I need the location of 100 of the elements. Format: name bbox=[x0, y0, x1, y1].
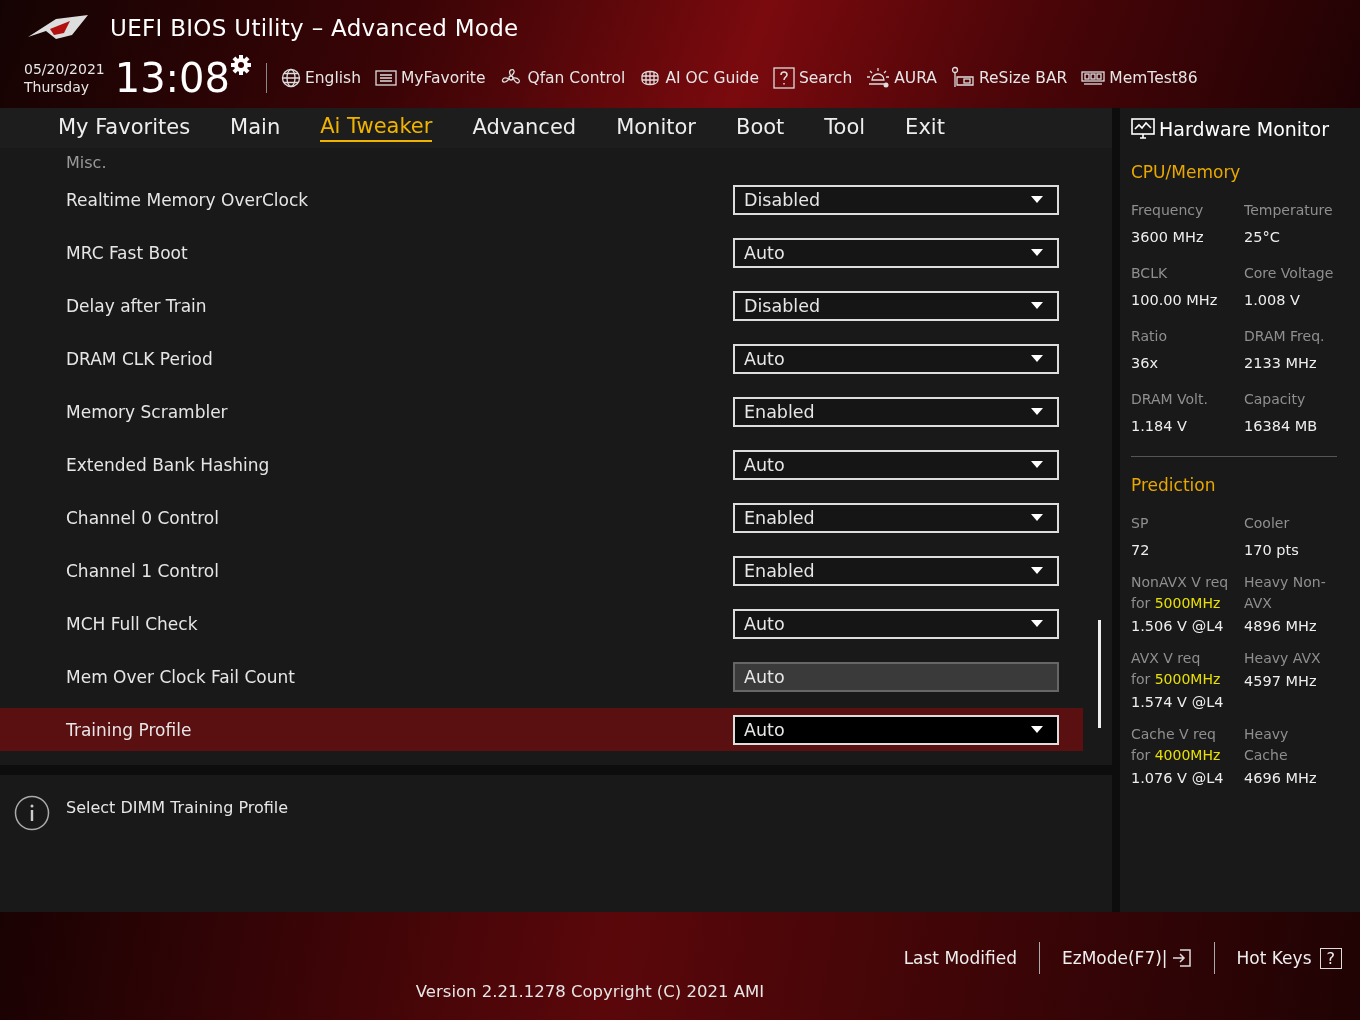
toolbar-button[interactable]: Qfan Control bbox=[499, 67, 626, 89]
setting-row[interactable]: DRAM CLK Period Auto bbox=[0, 337, 1083, 380]
metric-value: 4896 MHz bbox=[1244, 618, 1318, 634]
metric-value: 36x bbox=[1131, 355, 1160, 371]
metric-value: 4696 MHz bbox=[1244, 770, 1318, 786]
metric-value: 72 bbox=[1131, 542, 1151, 558]
toolbar-button[interactable]: ReSize BAR bbox=[950, 66, 1068, 90]
setting-row[interactable]: Mem Over Clock Fail Count Auto bbox=[0, 655, 1083, 698]
help-description: Select DIMM Training Profile bbox=[66, 798, 289, 817]
metric-value: 1.574 V @L4 bbox=[1131, 694, 1225, 710]
metric-value: 3600 MHz bbox=[1131, 229, 1205, 245]
metric-value: 25°C bbox=[1244, 229, 1281, 245]
hot-keys-button[interactable]: Hot Keys ? bbox=[1236, 947, 1342, 969]
dropdown[interactable]: Auto bbox=[733, 714, 1059, 745]
toolbar-button[interactable]: Search bbox=[772, 67, 853, 89]
metric-value: 1.076 V @L4 bbox=[1131, 770, 1225, 786]
last-modified-button[interactable]: Last Modified bbox=[903, 948, 1017, 968]
metric-label: DRAM Freq. bbox=[1244, 327, 1326, 346]
dropdown[interactable]: Enabled bbox=[733, 555, 1059, 586]
caret-icon bbox=[1031, 567, 1043, 574]
date-text: 05/20/2021 bbox=[24, 60, 105, 78]
window-title: UEFI BIOS Utility – Advanced Mode bbox=[110, 15, 519, 41]
metric-value: 170 pts bbox=[1244, 542, 1300, 558]
caret-icon bbox=[1031, 408, 1043, 415]
toolbar-button[interactable]: MyFavorite bbox=[374, 69, 486, 87]
caret-icon bbox=[1031, 726, 1043, 733]
tab[interactable]: Boot bbox=[735, 115, 785, 141]
clock-time: 13:08 bbox=[114, 56, 230, 100]
metric-label: BCLK bbox=[1131, 264, 1169, 283]
toolbar-button[interactable]: English bbox=[281, 68, 361, 88]
dropdown[interactable]: Auto bbox=[733, 608, 1059, 639]
tab[interactable]: Ai Tweaker bbox=[320, 114, 433, 142]
metric-label: DRAM Volt. bbox=[1131, 390, 1209, 409]
setting-row[interactable]: Delay after Train Disabled bbox=[0, 284, 1083, 327]
setting-row[interactable]: Memory Scrambler Enabled bbox=[0, 390, 1083, 433]
list-icon bbox=[374, 69, 397, 87]
metric-label: Core Voltage bbox=[1244, 264, 1335, 283]
metric-value: 1.008 V bbox=[1244, 292, 1302, 308]
chip-icon bbox=[639, 68, 662, 88]
metric-value: 100.00 MHz bbox=[1131, 292, 1219, 308]
dropdown[interactable]: Enabled bbox=[733, 502, 1059, 533]
metric-value: 2133 MHz bbox=[1244, 355, 1318, 371]
expansion-card-icon bbox=[950, 66, 975, 90]
setting-row[interactable]: Channel 0 Control Enabled bbox=[0, 496, 1083, 539]
metric-label: Cooler bbox=[1244, 514, 1291, 533]
caret-icon bbox=[1031, 196, 1043, 203]
metric-label: Heavy Cache bbox=[1244, 725, 1290, 765]
caret-icon bbox=[1031, 302, 1043, 309]
metric-value: 16384 MB bbox=[1244, 418, 1319, 434]
dropdown[interactable]: Auto bbox=[733, 343, 1059, 374]
section-heading: CPU/Memory bbox=[1131, 162, 1242, 182]
ezmode-button[interactable]: EzMode(F7)| bbox=[1062, 948, 1192, 968]
tab[interactable]: Tool bbox=[824, 115, 866, 141]
caret-icon bbox=[1031, 461, 1043, 468]
metric-label: NonAVX V req for 5000MHz bbox=[1131, 573, 1230, 613]
caret-icon bbox=[1031, 249, 1043, 256]
setting-row[interactable]: Channel 1 Control Enabled bbox=[0, 549, 1083, 592]
value-field: Auto bbox=[733, 661, 1059, 692]
caret-icon bbox=[1031, 355, 1043, 362]
day-text: Thursday bbox=[24, 78, 91, 96]
dropdown[interactable]: Disabled bbox=[733, 184, 1059, 215]
version-text: Version 2.21.1278 Copyright (C) 2021 AMI bbox=[415, 982, 765, 1001]
metric-value: 1.184 V bbox=[1131, 418, 1189, 434]
caret-icon bbox=[1031, 514, 1043, 521]
setting-row[interactable]: MCH Full Check Auto bbox=[0, 602, 1083, 645]
metric-value: 4597 MHz bbox=[1244, 673, 1318, 689]
metric-label: Temperature bbox=[1244, 201, 1334, 220]
tab[interactable]: Exit bbox=[905, 115, 945, 141]
toolbar-button[interactable]: AURA bbox=[866, 67, 937, 89]
metric-label: Capacity bbox=[1244, 390, 1307, 409]
tab[interactable]: Main bbox=[230, 115, 281, 141]
dropdown[interactable]: Disabled bbox=[733, 290, 1059, 321]
caret-icon bbox=[1031, 620, 1043, 627]
metric-value: 1.506 V @L4 bbox=[1131, 618, 1225, 634]
exit-icon bbox=[1171, 948, 1192, 968]
setting-row[interactable]: Realtime Memory OverClock Disabled bbox=[0, 178, 1083, 221]
setting-row[interactable]: Extended Bank Hashing Auto bbox=[0, 443, 1083, 486]
dropdown[interactable]: Auto bbox=[733, 237, 1059, 268]
light-icon bbox=[866, 67, 891, 89]
toolbar-button[interactable]: MemTest86 bbox=[1081, 69, 1198, 87]
dropdown[interactable]: Enabled bbox=[733, 396, 1059, 427]
section-heading: Misc. bbox=[65, 152, 108, 174]
toolbar-button[interactable]: AI OC Guide bbox=[639, 68, 759, 88]
metric-label: Heavy AVX bbox=[1244, 649, 1322, 668]
dropdown[interactable]: Auto bbox=[733, 449, 1059, 480]
metric-label: AVX V req for 5000MHz bbox=[1131, 649, 1222, 689]
selected-row[interactable]: Training Profile Auto bbox=[0, 708, 1083, 751]
memory-icon bbox=[1081, 70, 1106, 86]
monitor-icon bbox=[1131, 117, 1155, 141]
tab[interactable]: My Favorites bbox=[58, 115, 191, 141]
setting-row[interactable]: MRC Fast Boot Auto bbox=[0, 231, 1083, 274]
tab[interactable]: Advanced bbox=[472, 115, 577, 141]
info-icon bbox=[14, 795, 50, 831]
metric-label: Cache V req for 4000MHz bbox=[1131, 725, 1222, 765]
section-heading: Prediction bbox=[1131, 475, 1217, 495]
metric-label: Ratio bbox=[1131, 327, 1168, 346]
tab[interactable]: Monitor bbox=[616, 115, 696, 141]
help-icon bbox=[772, 67, 795, 89]
metric-label: Heavy Non-AVX bbox=[1244, 573, 1327, 613]
metric-label: SP bbox=[1131, 514, 1150, 533]
